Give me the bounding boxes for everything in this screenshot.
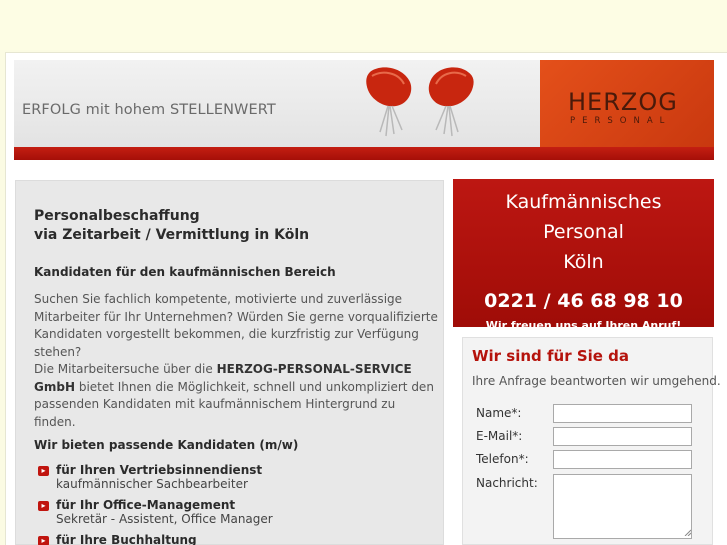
promo-headline: Kaufmännisches Personal Köln (453, 187, 714, 277)
main-heading-line2: via Zeitarbeit / Vermittlung in Köln (34, 227, 310, 243)
para2-prefix: Die Mitarbeitersuche über die (34, 362, 213, 376)
header-red-bar (14, 147, 714, 160)
email-field[interactable] (553, 427, 692, 446)
promo-line-2: Personal (543, 221, 624, 243)
list-item[interactable]: ▸ für Ihren Vertriebsinnendienst kaufmän… (38, 463, 438, 491)
header-tagline: ERFOLG mit hohem STELLENWERT (22, 102, 276, 118)
contact-form: Wir sind für Sie da Ihre Anfrage beantwo… (462, 337, 721, 545)
phone-number[interactable]: 0221 / 46 68 98 10 (453, 290, 714, 312)
name-label: Name*: (476, 406, 522, 420)
phone-field[interactable] (553, 450, 692, 469)
list-item-title: für Ihre Buchhaltung (56, 533, 197, 545)
form-intro: Ihre Anfrage beantworten wir umgehend. (472, 374, 721, 388)
promo-callout: Wir freuen uns auf Ihren Anruf! (485, 319, 682, 327)
offer-list: ▸ für Ihren Vertriebsinnendienst kaufmän… (38, 463, 438, 545)
arrow-right-icon: ▸ (38, 466, 49, 476)
chairs-image (366, 67, 474, 137)
header-banner: ERFOLG mit hohem STELLENWERT HERZOG PERS… (14, 60, 714, 147)
form-title: Wir sind für Sie da (472, 347, 630, 365)
email-label: E-Mail*: (476, 429, 523, 443)
main-paragraph: Suchen Sie fachlich kompetente, motivier… (34, 291, 439, 431)
main-content: Personalbeschaffung via Zeitarbeit / Ver… (15, 180, 444, 545)
logo-wordmark: HERZOG (568, 88, 678, 116)
para1-text: Suchen Sie fachlich kompetente, motivier… (34, 292, 438, 359)
logo-subline: PERSONAL (570, 116, 672, 126)
resize-grip-icon[interactable] (684, 529, 691, 536)
message-label: Nachricht: (476, 476, 538, 490)
list-item-title: für Ihr Office-Management (56, 498, 236, 512)
left-chair (366, 67, 412, 137)
offer-heading: Wir bieten passende Kandidaten (m/w) (34, 438, 299, 452)
right-chair (428, 67, 474, 137)
list-item-subtitle: Sekretär - Assistent, Office Manager (56, 512, 273, 526)
top-band (0, 0, 727, 50)
arrow-right-icon: ▸ (38, 501, 49, 511)
logo-box[interactable]: HERZOG PERSONAL (540, 60, 714, 147)
list-item-title: für Ihren Vertriebsinnendienst (56, 463, 263, 477)
main-subheading: Kandidaten für den kaufmännischen Bereic… (34, 265, 336, 279)
list-item[interactable]: ▸ für Ihre Buchhaltung (38, 533, 438, 545)
name-field[interactable] (553, 404, 692, 423)
arrow-right-icon: ▸ (38, 536, 49, 545)
main-heading: Personalbeschaffung via Zeitarbeit / Ver… (34, 207, 309, 245)
list-item-subtitle: kaufmännischer Sachbearbeiter (56, 477, 248, 491)
promo-line-3: Köln (563, 251, 604, 273)
message-field[interactable] (553, 474, 692, 539)
main-heading-line1: Personalbeschaffung (34, 208, 200, 224)
phone-label: Telefon*: (476, 452, 529, 466)
para2-suffix: bietet Ihnen die Möglichkeit, schnell un… (34, 379, 434, 429)
phone-promo-box: Kaufmännisches Personal Köln 0221 / 46 6… (453, 179, 714, 327)
promo-line-1: Kaufmännisches (505, 191, 662, 213)
list-item[interactable]: ▸ für Ihr Office-Management Sekretär - A… (38, 498, 438, 526)
